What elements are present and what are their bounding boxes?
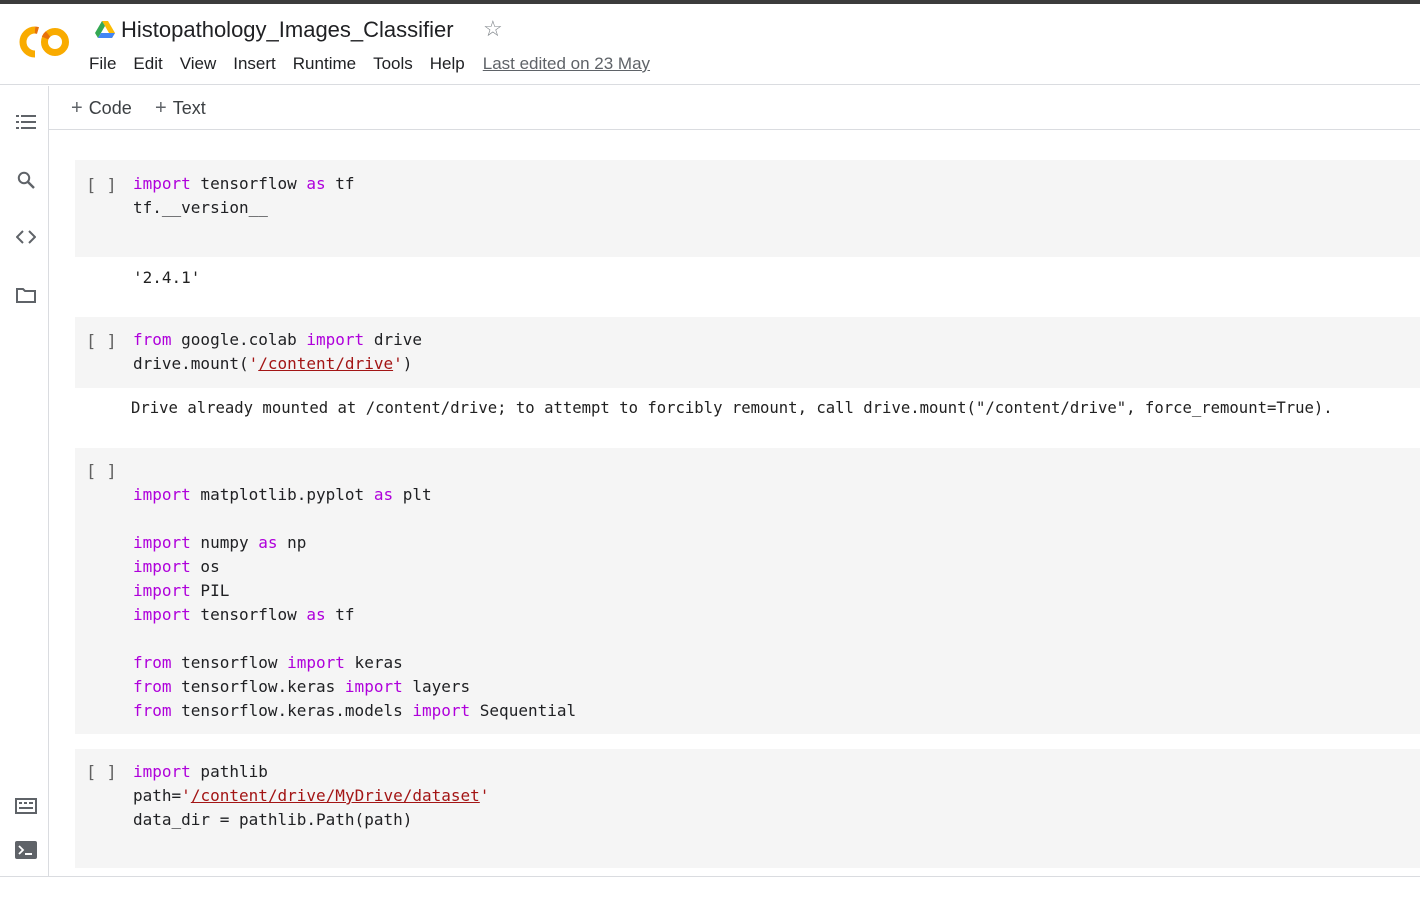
plus-icon: + bbox=[71, 97, 83, 119]
code-text: np bbox=[277, 533, 307, 552]
code-text: pathlib bbox=[190, 762, 268, 781]
notebook-header: Histopathology_Images_Classifier ☆ File … bbox=[0, 4, 1420, 85]
keyword: as bbox=[306, 174, 326, 193]
keyword: from bbox=[133, 701, 172, 720]
code-cell[interactable]: [ ] import matplotlib.pyplot as plt impo… bbox=[75, 448, 1420, 734]
files-folder-icon[interactable] bbox=[14, 283, 38, 307]
keyword: from bbox=[133, 653, 172, 672]
code-text: tf bbox=[325, 605, 355, 624]
keyword: from bbox=[133, 677, 172, 696]
code-text: drive.mount( bbox=[133, 354, 249, 373]
run-cell-button[interactable]: [ ] bbox=[86, 176, 117, 196]
footer-divider bbox=[0, 876, 1420, 877]
code-text: matplotlib.pyplot bbox=[190, 485, 374, 504]
add-text-cell-button[interactable]: + Text bbox=[155, 97, 206, 120]
code-snippets-icon[interactable] bbox=[14, 225, 38, 249]
code-editor[interactable]: from google.colab import drive drive.mou… bbox=[133, 328, 422, 376]
run-cell-button[interactable]: [ ] bbox=[86, 332, 117, 352]
code-editor[interactable]: import tensorflow as tf tf.__version__ bbox=[133, 172, 355, 220]
code-text: plt bbox=[393, 485, 432, 504]
code-text: tensorflow.keras.models bbox=[171, 701, 413, 720]
keyword: import bbox=[344, 677, 403, 696]
add-code-label: Code bbox=[88, 98, 132, 118]
menu-tools[interactable]: Tools bbox=[373, 54, 413, 74]
string-quote: ' bbox=[393, 354, 403, 373]
keyword: import bbox=[412, 701, 471, 720]
code-text: keras bbox=[344, 653, 403, 672]
menu-help[interactable]: Help bbox=[430, 54, 465, 74]
notebook-title[interactable]: Histopathology_Images_Classifier bbox=[121, 17, 454, 43]
menu-insert[interactable]: Insert bbox=[233, 54, 276, 74]
search-icon[interactable] bbox=[14, 168, 38, 192]
path-string[interactable]: /content/drive/MyDrive/dataset bbox=[191, 786, 480, 805]
code-text: ) bbox=[402, 354, 413, 373]
keyword: as bbox=[306, 605, 326, 624]
plus-icon: + bbox=[155, 97, 167, 119]
keyword: import bbox=[133, 533, 191, 552]
run-cell-button[interactable]: [ ] bbox=[86, 763, 117, 783]
keyword: import bbox=[133, 485, 191, 504]
add-text-label: Text bbox=[172, 98, 206, 118]
code-editor[interactable]: import pathlib path='/content/drive/MyDr… bbox=[133, 760, 489, 832]
terminal-icon[interactable] bbox=[14, 838, 38, 862]
last-edited-link[interactable]: Last edited on 23 May bbox=[483, 54, 650, 74]
keyword: as bbox=[258, 533, 278, 552]
menu-runtime[interactable]: Runtime bbox=[293, 54, 356, 74]
code-text: path= bbox=[133, 786, 182, 805]
menu-view[interactable]: View bbox=[180, 54, 217, 74]
menu-file[interactable]: File bbox=[89, 54, 116, 74]
left-sidebar bbox=[0, 86, 49, 876]
code-cell[interactable]: [ ] from google.colab import drive drive… bbox=[75, 317, 1420, 388]
code-text: google.colab bbox=[171, 330, 307, 349]
keyword: import bbox=[133, 605, 191, 624]
code-text: tensorflow.keras bbox=[171, 677, 345, 696]
code-cell[interactable]: [ ] import pathlib path='/content/drive/… bbox=[75, 749, 1420, 868]
path-string[interactable]: /content/drive bbox=[258, 354, 393, 373]
code-text: layers bbox=[402, 677, 471, 696]
code-text: Sequential bbox=[470, 701, 577, 720]
menu-edit[interactable]: Edit bbox=[133, 54, 162, 74]
string-quote: ' bbox=[479, 786, 490, 805]
code-text: tensorflow bbox=[190, 174, 307, 193]
colab-logo-icon[interactable] bbox=[18, 26, 72, 58]
keyword: as bbox=[373, 485, 394, 504]
code-text: tensorflow bbox=[190, 605, 307, 624]
code-text: PIL bbox=[190, 581, 230, 600]
code-text: data_dir = pathlib.Path(path) bbox=[133, 810, 413, 829]
keyword: from bbox=[133, 330, 172, 349]
string-quote: ' bbox=[248, 354, 259, 373]
keyword: import bbox=[306, 330, 365, 349]
cell-output: Drive already mounted at /content/drive;… bbox=[131, 399, 1333, 417]
add-code-cell-button[interactable]: + Code bbox=[71, 97, 132, 120]
table-of-contents-icon[interactable] bbox=[14, 110, 38, 134]
menu-bar: File Edit View Insert Runtime Tools Help… bbox=[89, 54, 650, 74]
google-drive-icon[interactable] bbox=[95, 21, 115, 39]
code-text: tf.__version__ bbox=[133, 198, 268, 217]
keyword: import bbox=[133, 762, 191, 781]
keyword: import bbox=[133, 557, 191, 576]
run-cell-button[interactable]: [ ] bbox=[86, 462, 117, 482]
cell-output: '2.4.1' bbox=[133, 268, 201, 287]
code-text: numpy bbox=[190, 533, 259, 552]
cell-toolbar: + Code + Text bbox=[49, 86, 1420, 130]
code-text: drive bbox=[364, 330, 422, 349]
code-text: os bbox=[190, 557, 220, 576]
command-palette-icon[interactable] bbox=[14, 794, 38, 818]
code-cell[interactable]: [ ] import tensorflow as tf tf.__version… bbox=[75, 160, 1420, 257]
code-editor[interactable]: import matplotlib.pyplot as plt import n… bbox=[133, 483, 576, 723]
string-quote: ' bbox=[181, 786, 191, 805]
keyword: import bbox=[133, 581, 191, 600]
code-text: tensorflow bbox=[171, 653, 288, 672]
star-icon[interactable]: ☆ bbox=[483, 18, 503, 40]
keyword: import bbox=[133, 174, 191, 193]
code-text: tf bbox=[325, 174, 355, 193]
keyword: import bbox=[287, 653, 345, 672]
